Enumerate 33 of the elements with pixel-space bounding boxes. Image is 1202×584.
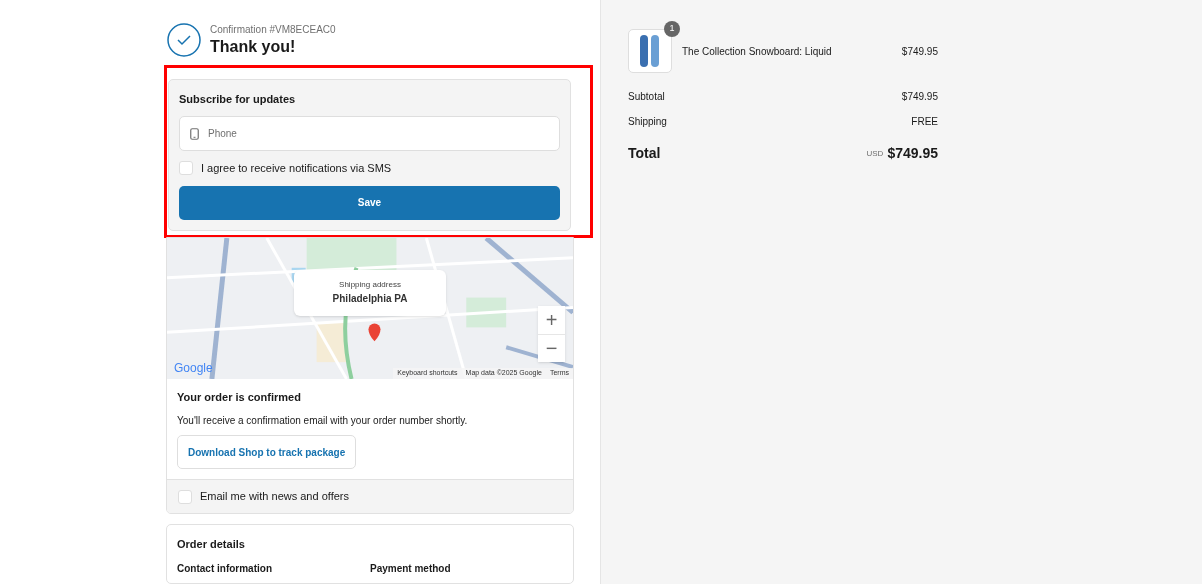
zoom-out-button[interactable]: − (538, 333, 565, 362)
popup-label: Shipping address (339, 279, 401, 291)
order-details-title: Order details (177, 537, 246, 552)
product-price: $749.95 (901, 44, 938, 59)
total-value: $749.95 (887, 144, 938, 163)
phone-icon (190, 128, 199, 140)
summary-value: FREE (911, 115, 938, 129)
map-logo: Google (174, 359, 213, 377)
checkbox-label: I agree to receive notifications via SMS (201, 161, 392, 176)
summary-label: Subtotal (628, 90, 665, 104)
confirmed-title: Your order is confirmed (177, 389, 302, 405)
checkbox-label: Email me with news and offers (200, 489, 349, 505)
summary-value: $749.95 (901, 90, 938, 104)
total-label: Total (628, 144, 662, 163)
save-button[interactable]: Save (179, 185, 560, 220)
checkbox[interactable] (178, 489, 192, 504)
popup-city: Philadelphia PA (332, 292, 408, 306)
thank-you-title: Thank you! (210, 37, 297, 57)
snowboard-icon (639, 34, 661, 68)
details-heading: Contact information (177, 561, 273, 576)
zoom-in-button[interactable]: + (538, 305, 565, 334)
product-name: The Collection Snowboard: Liquid (682, 44, 833, 59)
confirmed-text: You'll receive a confirmation email with your order number shortly. (177, 414, 469, 428)
subscribe-title: Subscribe for updates (179, 92, 297, 106)
checkbox[interactable] (179, 161, 193, 176)
details-heading: Payment method (370, 561, 452, 576)
confirmation-number: Confirmation #VM8ECEAC0 (210, 23, 336, 37)
phone-field[interactable]: Phone (179, 116, 560, 151)
summary-label: Shipping (628, 115, 667, 129)
checkmark-circle-icon (167, 22, 201, 57)
quantity-badge: 1 (664, 21, 680, 37)
currency-code: USD (866, 147, 884, 160)
download-shop-button[interactable]: Download Shop to track package (177, 435, 357, 469)
